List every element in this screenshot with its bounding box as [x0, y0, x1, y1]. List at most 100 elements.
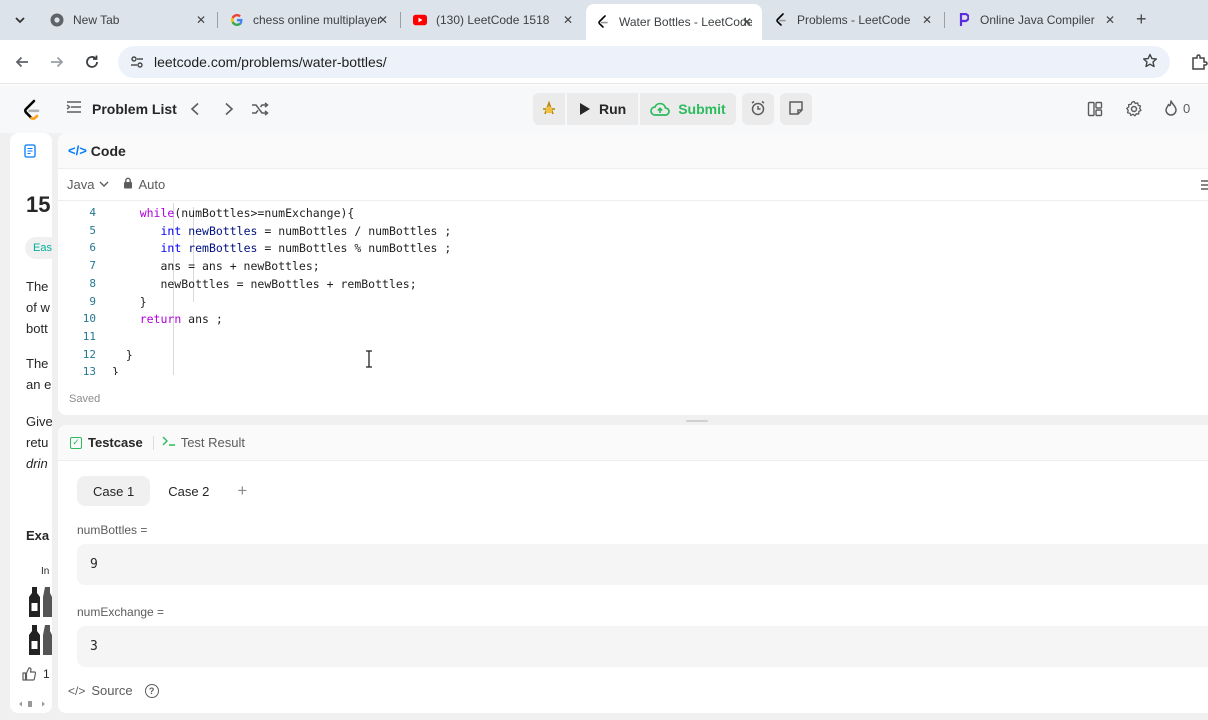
difficulty-badge[interactable]: Eas	[25, 237, 52, 259]
description-text: The	[26, 356, 49, 371]
code-line[interactable]: 7 ans = ans + newBottles;	[58, 257, 1208, 275]
browser-tab-chess[interactable]: chess online multiplayer ✕	[220, 6, 398, 34]
code-panel-header: </> Code	[58, 133, 1208, 169]
add-case-button[interactable]: +	[237, 481, 247, 501]
leetcode-icon	[774, 13, 788, 27]
example-image-label: In	[41, 566, 50, 577]
panel-resize-handle[interactable]	[686, 420, 708, 422]
close-tab-icon[interactable]: ✕	[378, 13, 388, 27]
code-text: int remBottles = numBottles % numBottles…	[160, 241, 452, 256]
language-select[interactable]: Java	[67, 177, 94, 192]
workspace: 15 Eas The of w bott The an e Give retu …	[0, 133, 1208, 720]
chevron-down-icon[interactable]	[99, 179, 109, 190]
code-line[interactable]: 9 }	[58, 293, 1208, 311]
debug-button[interactable]	[533, 93, 565, 125]
case-tabs: Case 1 Case 2 +	[77, 476, 247, 506]
code-line[interactable]: 11	[58, 328, 1208, 346]
reload-icon[interactable]	[82, 52, 102, 72]
tab-title: Online Java Compiler	[980, 13, 1095, 27]
field-label-numexchange: numExchange =	[77, 605, 165, 619]
chevron-left-icon[interactable]	[186, 100, 204, 118]
code-text: newBottles = newBottles + remBottles;	[112, 276, 417, 291]
timer-button[interactable]	[741, 93, 774, 125]
tab-divider	[152, 435, 154, 450]
description-text: Give	[26, 414, 52, 429]
help-icon[interactable]: ?	[144, 683, 159, 698]
testcase-header: ✓ Testcase Test Result	[58, 425, 1208, 461]
leetcode-header: Problem List Run Submit 0	[0, 85, 1208, 133]
code-text: ans = ans + newBottles;	[112, 259, 320, 274]
tab-test-result[interactable]: Test Result	[181, 435, 245, 450]
auto-mode-label[interactable]: Auto	[138, 177, 165, 192]
tab-testcase[interactable]: Testcase	[88, 435, 143, 450]
browser-tab-new-tab[interactable]: New Tab ✕	[40, 6, 216, 34]
case-tab-1[interactable]: Case 1	[77, 476, 151, 506]
numbottles-input[interactable]: 9	[77, 544, 1208, 585]
run-submit-group: Run Submit	[533, 93, 814, 125]
line-number: 4	[89, 206, 96, 219]
submit-button[interactable]: Submit	[640, 93, 736, 125]
code-line[interactable]: 10 return ans ;	[58, 310, 1208, 328]
line-number: 12	[82, 347, 96, 361]
source-button[interactable]: </> Source ?	[68, 683, 159, 698]
problem-list-button[interactable]: Problem List	[66, 100, 177, 117]
code-line[interactable]: 13}	[58, 363, 1208, 375]
code-line[interactable]: 8 newBottles = newBottles + remBottles;	[58, 275, 1208, 293]
tab-search-dropdown-icon[interactable]	[8, 8, 32, 32]
line-number: 11	[82, 329, 96, 343]
horizontal-scrollbar[interactable]	[18, 695, 46, 707]
new-tab-button[interactable]: +	[1136, 10, 1147, 28]
line-number: 13	[82, 365, 96, 375]
code-line[interactable]: 4 while(numBottles>=numExchange){	[58, 204, 1208, 222]
close-tab-icon[interactable]: ✕	[563, 13, 573, 27]
code-line[interactable]: 12 }	[58, 346, 1208, 364]
streak-counter[interactable]: 0	[1164, 100, 1190, 116]
description-panel: 15 Eas The of w bott The an e Give retu …	[10, 133, 52, 713]
address-bar[interactable]: leetcode.com/problems/water-bottles/	[118, 46, 1170, 78]
close-tab-icon[interactable]: ✕	[196, 13, 206, 27]
description-tab-icon[interactable]	[24, 144, 36, 163]
browser-tab-water-bottles[interactable]: Water Bottles - LeetCode ✕	[586, 4, 762, 40]
code-editor[interactable]: 4 while(numBottles>=numExchange){5 int n…	[58, 203, 1208, 375]
tab-separator	[400, 12, 401, 28]
run-button[interactable]: Run	[567, 93, 639, 125]
forward-arrow-icon[interactable]	[47, 52, 67, 72]
settings-gear-icon[interactable]	[1125, 100, 1143, 118]
leetcode-logo-icon[interactable]	[22, 99, 42, 121]
layout-grid-icon[interactable]	[1086, 100, 1104, 118]
case-tab-2[interactable]: Case 2	[152, 476, 225, 506]
numexchange-input[interactable]: 3	[77, 626, 1208, 667]
lock-icon	[123, 177, 133, 192]
browser-tab-java-compiler[interactable]: Online Java Compiler ✕	[947, 6, 1125, 34]
alarm-clock-icon	[750, 100, 766, 119]
close-tab-icon[interactable]: ✕	[922, 13, 932, 27]
shuffle-icon[interactable]	[251, 100, 269, 118]
code-panel-title[interactable]: Code	[91, 143, 126, 159]
site-info-icon[interactable]	[128, 53, 146, 71]
tab-title: (130) LeetCode 1518	[436, 13, 550, 27]
browser-tab-problems[interactable]: Problems - LeetCode ✕	[764, 6, 942, 34]
extensions-puzzle-icon[interactable]	[1190, 53, 1208, 71]
terminal-icon	[162, 435, 176, 450]
back-arrow-icon[interactable]	[12, 52, 32, 72]
browser-tab-youtube[interactable]: (130) LeetCode 1518 ✕	[403, 6, 583, 34]
menu-lines-icon[interactable]	[1200, 179, 1208, 194]
notes-button[interactable]	[779, 93, 812, 125]
testcase-panel: ✓ Testcase Test Result Case 1 Case 2 + n…	[58, 425, 1208, 713]
tab-title: New Tab	[73, 13, 120, 27]
code-line[interactable]: 6 int remBottles = numBottles % numBottl…	[58, 239, 1208, 257]
code-text: }	[112, 294, 147, 309]
description-text: The	[26, 279, 49, 294]
like-thumb-icon[interactable]	[22, 667, 37, 686]
description-text: retu	[26, 435, 49, 450]
submit-label: Submit	[678, 101, 726, 117]
code-line[interactable]: 5 int newBottles = numBottles / numBottl…	[58, 222, 1208, 240]
bookmark-star-icon[interactable]	[1142, 53, 1158, 74]
chevron-right-icon[interactable]	[220, 100, 238, 118]
code-text: return ans ;	[139, 312, 223, 327]
close-tab-icon[interactable]: ✕	[1105, 13, 1115, 27]
code-text: }	[112, 347, 133, 362]
leetcode-icon	[596, 15, 610, 29]
close-tab-icon[interactable]: ✕	[742, 15, 752, 29]
tab-separator	[217, 12, 218, 28]
